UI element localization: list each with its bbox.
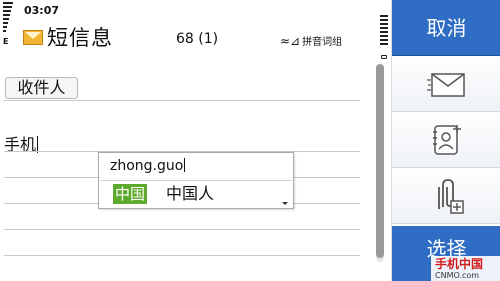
ime-candidate-popup: zhong.guo 中国 中国人	[98, 152, 294, 209]
signal-strength-icon: E	[3, 2, 13, 46]
message-editor: E 03:07 短信息 68 (1) ≈⊿ 拼音词组 收件人 手机 zhong.…	[0, 0, 391, 281]
input-mode-label: 拼音词组	[302, 37, 343, 48]
pinyin-text: zhong.guo	[110, 158, 184, 174]
candidate-item[interactable]: 中国人	[166, 184, 214, 204]
envelope-icon	[23, 29, 43, 45]
contacts-icon	[432, 125, 461, 155]
page-title: 短信息	[47, 26, 113, 50]
pinyin-caret	[184, 158, 186, 172]
watermark: 手机中国 CNMO.com	[431, 256, 500, 281]
recipient-field-line[interactable]	[4, 100, 360, 101]
character-counter: 68 (1)	[176, 31, 219, 47]
scrollbar-thumb[interactable]	[376, 64, 384, 258]
network-type-indicator: E	[3, 37, 9, 46]
ruled-line	[4, 229, 360, 230]
send-button[interactable]	[392, 57, 500, 112]
attachment-icon	[437, 179, 464, 214]
more-candidates-icon[interactable]	[282, 202, 288, 205]
watermark-brand: 手机中国	[435, 257, 484, 271]
cancel-button[interactable]: 取消	[392, 0, 500, 56]
candidate-selected[interactable]: 中国	[113, 184, 147, 204]
clock: 03:07	[24, 4, 60, 17]
ruled-line	[4, 255, 360, 256]
watermark-domain: CNMO.com	[435, 271, 480, 280]
popup-divider	[100, 180, 292, 181]
softkey-panel: 取消 选择	[391, 0, 500, 281]
insert-attachment-button[interactable]	[392, 169, 500, 224]
recipient-button[interactable]: 收件人	[5, 77, 78, 99]
insert-contact-button[interactable]	[392, 113, 500, 168]
envelope-icon	[426, 73, 465, 97]
pinyin-mode-icon: ≈⊿	[280, 33, 301, 48]
header: 短信息	[23, 22, 113, 52]
battery-icon	[380, 15, 388, 59]
pinyin-input[interactable]: zhong.guo	[110, 158, 186, 174]
input-mode-indicator[interactable]: ≈⊿ 拼音词组	[280, 33, 343, 49]
